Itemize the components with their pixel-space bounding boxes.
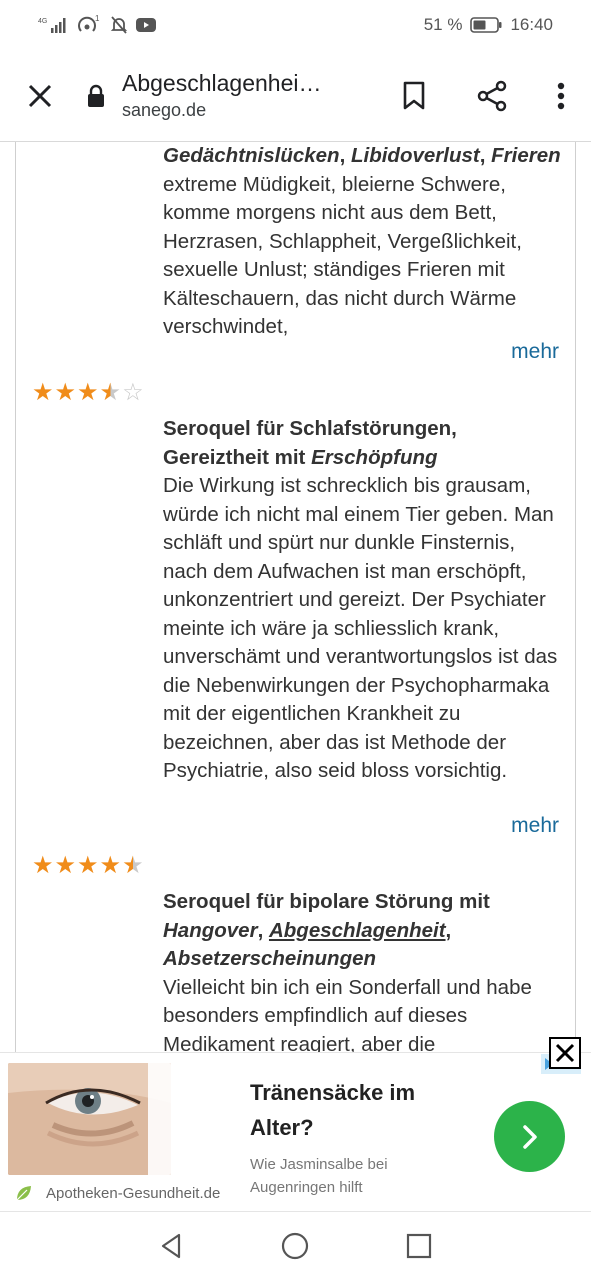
ad-headline[interactable]: Tränensäcke im Alter? [250, 1075, 470, 1145]
share-button[interactable] [453, 50, 531, 142]
star-empty-icon: ☆ [122, 379, 144, 406]
star-full-icon: ★ [77, 379, 99, 406]
review-2-body: Die Wirkung ist schrecklich bis grausam,… [163, 474, 558, 782]
mobile-signal-icon: 4G [38, 15, 68, 35]
review-3-rating: ★ ★ ★ ★ ★ [32, 854, 144, 878]
more-options-button[interactable] [531, 50, 591, 142]
ad-banner[interactable]: Apotheken-Gesundheit.de Tränensäcke im A… [0, 1052, 591, 1212]
page-title: Abgeschlagenhei… [122, 70, 322, 96]
bookmark-button[interactable] [375, 50, 453, 142]
ad-image[interactable] [8, 1063, 171, 1175]
star-half-icon: ★ [122, 852, 144, 879]
ad-brand[interactable]: Apotheken-Gesundheit.de [14, 1183, 220, 1203]
page-content[interactable]: Gedächtnislücken, Libidoverlust, Frieren… [0, 142, 591, 1052]
eye-photo-icon [8, 1063, 171, 1175]
star-full-icon: ★ [32, 379, 54, 406]
back-button[interactable] [142, 1216, 202, 1276]
recents-square-icon [407, 1233, 432, 1259]
ad-close-button[interactable] [549, 1037, 581, 1069]
review-1-body: extreme Müdigkeit, bleierne Schwere, kom… [163, 172, 522, 339]
status-icons-right: 51 % 16:40 [424, 15, 553, 35]
star-full-icon: ★ [54, 852, 77, 879]
review-3: Seroquel für bipolare Störung mit Hangov… [163, 888, 563, 1052]
youtube-icon [136, 17, 156, 33]
star-full-icon: ★ [77, 852, 99, 879]
battery-percent: 51 % [423, 15, 463, 34]
close-button[interactable] [0, 50, 80, 142]
home-button[interactable] [265, 1216, 325, 1276]
svg-text:1: 1 [95, 14, 100, 23]
review-3-body: Vielleicht bin ich ein Sonderfall und ha… [163, 975, 532, 1053]
home-circle-icon [282, 1232, 309, 1260]
review-2-more-link[interactable]: mehr [511, 814, 559, 838]
bell-muted-icon [110, 15, 128, 35]
review-3-lead: Seroquel für bipolare Störung mit Hangov… [163, 890, 490, 970]
review-2-lead: Seroquel für Schlafstörungen, Gereizthei… [163, 417, 457, 469]
browser-toolbar: Abgeschlagenhei… sanego.de [0, 50, 591, 142]
more-vert-icon [557, 82, 565, 109]
page-url: sanego.de [122, 100, 207, 120]
star-full-icon: ★ [99, 852, 122, 879]
leaf-icon [16, 1186, 31, 1201]
ad-open-button[interactable] [494, 1101, 565, 1172]
close-icon [28, 84, 52, 107]
page-title-area[interactable]: Abgeschlagenhei… sanego.de [116, 70, 375, 121]
back-triangle-icon [161, 1233, 180, 1259]
star-full-icon: ★ [32, 852, 54, 879]
clock: 16:40 [510, 15, 553, 34]
review-2: Seroquel für Schlafstörungen, Gereizthei… [163, 415, 563, 786]
status-icons-left: 4G 1 [38, 14, 156, 36]
status-bar: 4G 1 51 % 16:40 [0, 0, 591, 50]
share-icon [477, 80, 507, 111]
review-1-more-link[interactable]: mehr [511, 340, 559, 364]
hotspot-icon: 1 [76, 14, 102, 36]
review-1-lead: Gedächtnislücken, Libidoverlust, Frieren [163, 144, 561, 167]
bookmark-icon [403, 81, 425, 109]
review-1: Gedächtnislücken, Libidoverlust, Frieren… [163, 142, 563, 342]
system-nav-bar [0, 1212, 591, 1280]
star-half-icon: ★ [99, 379, 122, 406]
lock-icon[interactable] [86, 84, 116, 108]
battery-icon [470, 16, 502, 34]
svg-text:4G: 4G [38, 18, 47, 25]
close-icon [555, 1043, 575, 1063]
ad-description[interactable]: Wie Jasminsalbe bei Augenringen hilft [250, 1153, 470, 1199]
abgeschlagenheit-link[interactable]: Abgeschlagenheit [269, 919, 446, 942]
ad-brand-name: Apotheken-Gesundheit.de [46, 1184, 221, 1202]
recents-button[interactable] [389, 1216, 449, 1276]
chevron-right-icon [522, 1124, 537, 1149]
review-2-rating: ★ ★ ★ ★ ☆ [32, 381, 144, 405]
star-full-icon: ★ [54, 379, 77, 406]
